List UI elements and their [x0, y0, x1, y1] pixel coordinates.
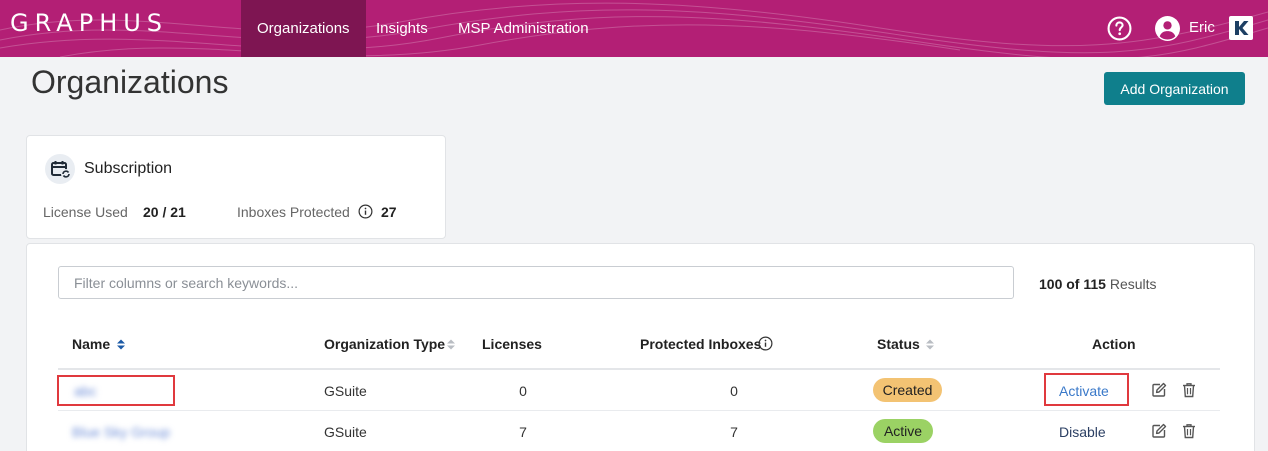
inboxes-protected-value: 27: [381, 204, 397, 220]
results-label: Results: [1109, 276, 1157, 292]
graphus-logo[interactable]: GRAPHUS: [10, 9, 168, 37]
status-badge: Active: [873, 419, 933, 443]
row-divider: [58, 410, 1220, 411]
sort-ascending-icon[interactable]: [116, 338, 126, 351]
edit-icon[interactable]: [1151, 382, 1167, 398]
search-input[interactable]: [58, 266, 1014, 299]
page-title: Organizations: [31, 64, 229, 100]
trash-icon[interactable]: [1181, 382, 1197, 398]
results-count: 100 of 115 Results: [1039, 276, 1157, 292]
protected-inboxes-cell: 7: [730, 424, 738, 440]
disable-link[interactable]: Disable: [1059, 424, 1106, 440]
tab-insights[interactable]: Insights: [360, 0, 444, 57]
info-icon[interactable]: [758, 336, 773, 351]
subscription-card: Subscription License Used 20 / 21 Inboxe…: [26, 135, 446, 239]
trash-icon[interactable]: [1181, 423, 1197, 439]
table-header-divider: [58, 368, 1220, 370]
top-nav-bar: GRAPHUS Organizations Insights MSP Admin…: [0, 0, 1268, 57]
sort-icon[interactable]: [925, 338, 935, 351]
calendar-refresh-icon: [45, 154, 75, 184]
licenses-cell: 0: [519, 383, 527, 399]
inboxes-protected-label: Inboxes Protected: [237, 204, 350, 220]
license-used-value: 20 / 21: [143, 204, 186, 220]
header-background-pattern: [0, 2, 1268, 57]
licenses-cell: 7: [519, 424, 527, 440]
organization-type-cell: GSuite: [324, 424, 367, 440]
column-header-protected-inboxes: Protected Inboxes: [640, 336, 762, 352]
edit-icon[interactable]: [1151, 423, 1167, 439]
tab-organizations[interactable]: Organizations: [241, 0, 366, 57]
column-header-name[interactable]: Name: [72, 336, 110, 352]
organization-name-link[interactable]: Blue Sky Group: [72, 424, 170, 440]
highlight-box: [57, 375, 175, 406]
kaseya-logo-icon[interactable]: [1229, 16, 1253, 40]
user-name[interactable]: Eric: [1189, 19, 1215, 36]
organization-type-cell: GSuite: [324, 383, 367, 399]
highlight-box: [1044, 373, 1129, 406]
tab-msp-administration[interactable]: MSP Administration: [442, 0, 605, 57]
sort-icon[interactable]: [446, 338, 456, 351]
column-header-action: Action: [1092, 336, 1136, 352]
results-number: 100 of 115: [1039, 276, 1106, 292]
status-badge: Created: [873, 378, 942, 402]
protected-inboxes-cell: 0: [730, 383, 738, 399]
kaseya-k-icon: [1235, 21, 1249, 35]
add-organization-button[interactable]: Add Organization: [1104, 72, 1245, 105]
column-header-status[interactable]: Status: [877, 336, 920, 352]
subscription-title: Subscription: [84, 160, 173, 177]
info-icon[interactable]: [358, 204, 373, 219]
license-used-label: License Used: [43, 204, 128, 220]
user-avatar-icon[interactable]: [1155, 16, 1180, 41]
column-header-organization-type[interactable]: Organization Type: [324, 336, 445, 352]
help-icon[interactable]: [1107, 16, 1132, 41]
column-header-licenses: Licenses: [482, 336, 542, 352]
